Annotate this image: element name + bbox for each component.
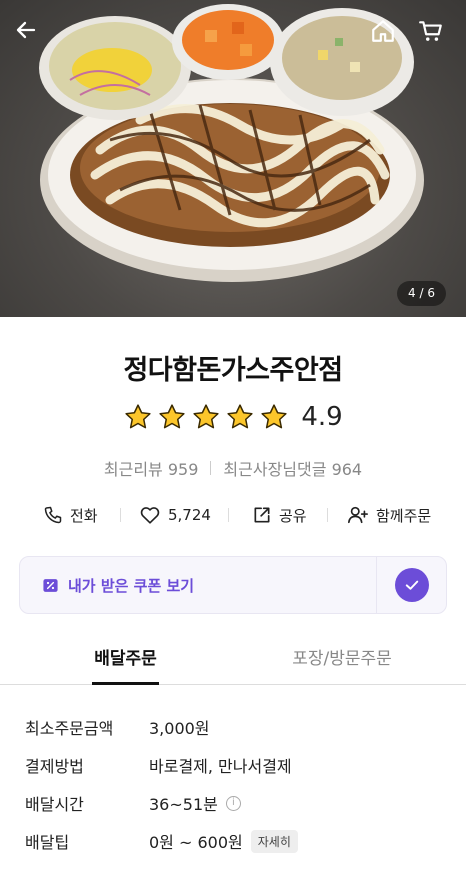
group-order-button[interactable]: 함께주문 — [347, 502, 431, 528]
coupon-label: 내가 받은 쿠폰 보기 — [68, 576, 195, 595]
cart-button[interactable] — [418, 18, 452, 52]
divider — [228, 508, 229, 522]
delivery-tip-wrap: 0원 ~ 600원 자세히 — [149, 829, 298, 853]
delivery-tip-label: 배달팁 — [25, 833, 70, 852]
tip-detail-button[interactable]: 자세히 — [250, 829, 298, 853]
star-icon — [227, 404, 253, 429]
divider — [120, 508, 121, 522]
home-button[interactable] — [370, 18, 404, 52]
payment-label: 결제방법 — [25, 757, 84, 776]
owner-replies-label: 최근사장님댓글 — [223, 460, 327, 479]
share-label: 공유 — [279, 506, 307, 525]
check-icon — [405, 580, 418, 590]
owner-replies[interactable]: 최근사장님댓글 964 — [223, 456, 362, 480]
favorite-button[interactable]: 5,724 — [139, 502, 211, 528]
delivery-tip-value: 0원 ~ 600원 — [149, 833, 243, 852]
owner-replies-count: 964 — [331, 460, 363, 479]
delivery-time-label: 배달시간 — [25, 795, 84, 814]
call-label: 전화 — [70, 506, 98, 525]
store-photo[interactable]: 4 / 6 — [0, 0, 466, 317]
star-icon — [261, 404, 287, 429]
coupon-check-button[interactable] — [376, 556, 447, 614]
recent-reviews-label: 최근리뷰 — [103, 460, 163, 479]
tab-pickup[interactable]: 포장/방문주문 — [282, 636, 402, 685]
divider — [327, 508, 328, 522]
favorite-count: 5,724 — [168, 506, 211, 524]
divider — [210, 461, 212, 475]
rating-row: 4.9 — [0, 402, 466, 432]
back-arrow-icon — [16, 21, 36, 39]
star-icon — [125, 404, 151, 429]
recent-reviews-count: 959 — [167, 460, 199, 479]
heart-icon — [140, 507, 160, 524]
photo-counter: 4 / 6 — [397, 281, 446, 306]
coupon-icon — [43, 578, 58, 592]
delivery-tip-row: 배달팁 0원 ~ 600원 자세히 — [25, 822, 445, 860]
check-badge — [394, 568, 429, 602]
min-order-row: 최소주문금액 3,000원 — [25, 708, 445, 746]
phone-icon — [44, 506, 62, 524]
info-icon[interactable]: i — [225, 795, 241, 811]
back-button[interactable] — [14, 18, 48, 52]
tab-delivery[interactable]: 배달주문 — [92, 636, 159, 685]
add-person-icon — [348, 506, 368, 524]
star-icon — [159, 404, 185, 429]
star-icon — [193, 404, 219, 429]
delivery-info: 최소주문금액 3,000원 결제방법 바로결제, 만나서결제 배달시간 36~5… — [25, 708, 445, 860]
delivery-time-wrap: 36~51분 i — [149, 791, 241, 815]
rating-stars — [123, 402, 289, 432]
min-order-label: 최소주문금액 — [25, 719, 114, 738]
rating-value: 4.9 — [301, 402, 343, 432]
delivery-time-row: 배달시간 36~51분 i — [25, 784, 445, 822]
payment-value: 바로결제, 만나서결제 — [149, 757, 292, 776]
share-icon — [254, 507, 270, 523]
recent-reviews[interactable]: 최근리뷰 959 — [104, 456, 199, 480]
review-summary: 최근리뷰 959 최근사장님댓글 964 — [0, 456, 466, 480]
order-type-tabs: 배달주문 포장/방문주문 — [0, 636, 466, 685]
home-icon — [372, 20, 394, 42]
action-bar: 전화 5,724 공유 함께주문 — [0, 502, 466, 528]
store-name: 정다함돈가스주안점 — [123, 355, 343, 386]
payment-row: 결제방법 바로결제, 만나서결제 — [25, 746, 445, 784]
cart-icon — [419, 21, 442, 41]
group-order-label: 함께주문 — [376, 506, 432, 525]
delivery-time-value: 36~51분 — [149, 795, 218, 814]
coupon-banner[interactable]: 내가 받은 쿠폰 보기 — [19, 556, 377, 614]
share-button[interactable]: 공유 — [252, 502, 307, 528]
call-button[interactable]: 전화 — [43, 502, 98, 528]
min-order-value: 3,000원 — [149, 719, 210, 738]
